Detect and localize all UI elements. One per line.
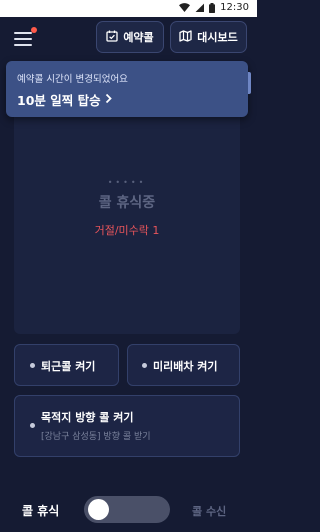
call-receive-label: 콜 수신 (192, 505, 227, 518)
call-status-card: ••••• 콜 휴식중 거절/미수락 1 (14, 84, 240, 334)
clock: 12:30 (220, 2, 249, 13)
map-icon (179, 29, 192, 45)
menu-line (14, 44, 32, 46)
toast-message: 예약콜 시간이 변경되었어요 (17, 74, 128, 85)
battery-icon (209, 2, 216, 13)
bullet-dot-icon (142, 363, 147, 368)
pre-dispatch-label: 미리배차 켜기 (153, 360, 218, 373)
destination-call-button[interactable]: 목적지 방향 콜 켜기 [강남구 삼성동] 방향 콜 받기 (14, 395, 240, 457)
notification-dot (31, 27, 37, 33)
toast-peek-edge (248, 72, 251, 94)
menu-line (14, 38, 32, 40)
toast-detail: 10분 일찍 탑승 (17, 93, 101, 108)
status-indicator-dots: ••••• (107, 178, 147, 187)
header: 예약콜 대시보드 (0, 17, 257, 57)
wifi-icon (179, 3, 191, 12)
reserve-call-button[interactable]: 예약콜 (96, 21, 164, 53)
menu-line (14, 32, 32, 34)
toggle-knob[interactable] (88, 499, 109, 520)
call-rest-label: 콜 휴식 (22, 504, 60, 518)
reserve-call-label: 예약콜 (123, 31, 154, 44)
commute-call-button[interactable]: 퇴근콜 켜기 (14, 344, 119, 386)
destination-call-label: 목적지 방향 콜 켜기 (41, 411, 134, 424)
status-icons: 12:30 (179, 2, 249, 13)
commute-call-label: 퇴근콜 켜기 (41, 360, 96, 373)
call-toggle-bar: 콜 휴식 콜 수신 (0, 490, 257, 528)
destination-call-sublabel: [강남구 삼성동] 방향 콜 받기 (41, 432, 151, 442)
bullet-dot-icon (30, 423, 35, 428)
call-receive-toggle[interactable] (84, 496, 170, 523)
signal-icon (195, 3, 205, 12)
reject-count: 거절/미수락 1 (94, 224, 160, 237)
toast-detail-row: 10분 일찍 탑승 (17, 90, 112, 109)
dashboard-label: 대시보드 (197, 31, 238, 44)
status-bar: 12:30 (0, 0, 257, 17)
chevron-right-icon (105, 92, 112, 107)
reservation-change-toast[interactable]: 예약콜 시간이 변경되었어요 10분 일찍 탑승 (6, 61, 248, 117)
bullet-dot-icon (30, 363, 35, 368)
dashboard-button[interactable]: 대시보드 (170, 21, 247, 53)
hamburger-menu-icon[interactable] (14, 27, 37, 47)
pre-dispatch-button[interactable]: 미리배차 켜기 (127, 344, 240, 386)
call-rest-status: 콜 휴식중 (98, 195, 156, 211)
calendar-check-icon (106, 30, 118, 45)
